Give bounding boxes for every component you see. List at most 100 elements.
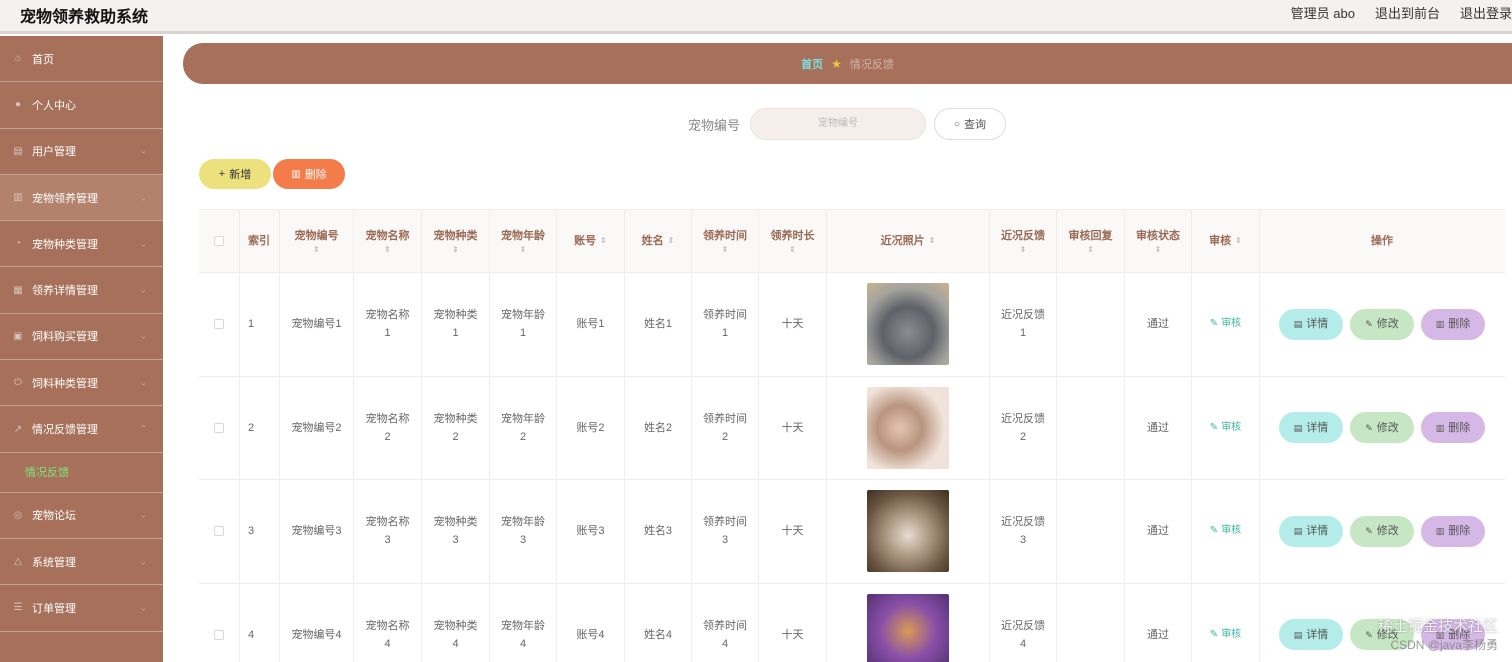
- header-select-all[interactable]: [199, 210, 240, 272]
- back-to-front-link[interactable]: 退出到前台: [1375, 3, 1440, 22]
- detail-button[interactable]: ▤ 详情: [1279, 308, 1343, 340]
- delete-button[interactable]: ▥ 删除: [1421, 515, 1485, 547]
- header-photo[interactable]: 近况照片 ⇕: [827, 210, 990, 272]
- header-label: 账号: [574, 235, 597, 247]
- plus-icon: +: [218, 168, 226, 180]
- header-pet-name[interactable]: 宠物名称 ⇕: [354, 210, 422, 272]
- cell-actions: ▤ 详情 ✎ 修改 ▥ 删除: [1260, 273, 1504, 376]
- sidebar-item-feedback[interactable]: ↗ 情况反馈管理 ⌃: [0, 406, 163, 453]
- sort-icon[interactable]: ⇕: [313, 245, 320, 255]
- header-account[interactable]: 账号 ⇕: [557, 210, 625, 272]
- table-row: 1 宠物编号1 宠物名称 1 宠物种类 1 宠物年龄 1 账号1 姓名1 领养时间 1 …: [199, 273, 1505, 377]
- cell-pet-age: 宠物年龄 4: [490, 583, 557, 662]
- trash-icon: ▥: [1435, 526, 1445, 537]
- cell-actions: ▤ 详情 ✎ 修改 ▥ 删除: [1260, 480, 1504, 583]
- header-adopt-duration[interactable]: 领养时长 ⇕: [759, 210, 827, 272]
- sidebar-item-home[interactable]: ⌂ 首页: [0, 36, 163, 83]
- sidebar-item-adoption[interactable]: ▥ 宠物领养管理 ⌄: [0, 174, 163, 222]
- checkbox[interactable]: [214, 629, 224, 640]
- header-status[interactable]: 审核状态 ⇕: [1125, 210, 1192, 272]
- sort-icon[interactable]: ⇕: [520, 245, 527, 255]
- document-icon: ▤: [1293, 629, 1303, 640]
- chevron-up-icon: ⌃: [139, 423, 147, 434]
- cell-reply: [1057, 583, 1125, 662]
- header-reply[interactable]: 审核回复 ⇕: [1057, 210, 1125, 272]
- sort-icon[interactable]: ⇕: [452, 245, 459, 255]
- add-button[interactable]: + 新增: [199, 159, 271, 189]
- trash-icon: ▥: [291, 168, 301, 180]
- cell-account: 账号4: [557, 583, 625, 662]
- sort-icon[interactable]: ⇕: [1235, 232, 1242, 250]
- header-adopt-time[interactable]: 领养时间 ⇕: [692, 210, 759, 272]
- sort-icon[interactable]: ⇕: [600, 232, 607, 250]
- cell-reply: [1057, 376, 1125, 479]
- pet-photo[interactable]: [867, 283, 949, 366]
- cell-name: 姓名4: [625, 583, 692, 662]
- pet-photo[interactable]: [867, 593, 949, 662]
- checkbox[interactable]: [214, 422, 224, 433]
- sidebar-item-system[interactable]: △ 系统管理 ⌄: [0, 539, 163, 586]
- checkbox[interactable]: [214, 319, 224, 330]
- sidebar-item-feed-types[interactable]: ⏻ 饲料种类管理 ⌄: [0, 360, 163, 407]
- cell-pet-name: 宠物名称 1: [354, 273, 422, 376]
- header-feedback[interactable]: 近况反馈 ⇕: [990, 210, 1057, 272]
- sidebar-item-orders[interactable]: ☰ 订单管理 ⌄: [0, 585, 163, 632]
- sidebar-item-users[interactable]: ▤ 用户管理 ⌄: [0, 129, 163, 175]
- checkbox[interactable]: [214, 236, 224, 246]
- sidebar-item-forum[interactable]: ◎ 宠物论坛 ⌄: [0, 493, 163, 539]
- edit-button[interactable]: ✎ 修改: [1350, 515, 1414, 547]
- row-select[interactable]: [199, 376, 240, 479]
- detail-button[interactable]: ▤ 详情: [1279, 515, 1343, 547]
- row-select[interactable]: [199, 273, 240, 376]
- row-select[interactable]: [199, 480, 240, 583]
- delete-button[interactable]: ▥ 删除: [1421, 412, 1485, 444]
- cell-adopt-time: 领养时间 3: [692, 480, 759, 583]
- detail-button[interactable]: ▤ 详情: [1279, 412, 1343, 444]
- sort-icon[interactable]: ⇕: [722, 245, 729, 255]
- pet-photo[interactable]: [867, 386, 949, 469]
- header-name[interactable]: 姓名 ⇕: [625, 210, 692, 272]
- sidebar-item-profile[interactable]: ● 个人中心: [0, 82, 163, 129]
- row-select[interactable]: [199, 583, 240, 662]
- sort-icon[interactable]: ⇕: [668, 232, 675, 250]
- cell-pet-type: 宠物种类 1: [422, 273, 490, 376]
- sidebar-item-adoption-details[interactable]: ▦ 领养详情管理 ⌄: [0, 267, 163, 314]
- logout-link[interactable]: 退出登录: [1460, 3, 1512, 22]
- audit-link[interactable]: 审核: [1221, 419, 1241, 437]
- sort-icon[interactable]: ⇕: [929, 232, 936, 250]
- sidebar-item-feed-purchase[interactable]: ▣ 饲料购买管理 ⌄: [0, 314, 163, 361]
- edit-button[interactable]: ✎ 修改: [1350, 412, 1414, 444]
- audit-link[interactable]: 审核: [1221, 315, 1241, 333]
- audit-link[interactable]: 审核: [1221, 522, 1241, 540]
- delete-button[interactable]: ▥ 删除: [1421, 308, 1485, 340]
- header-label: 宠物名称: [365, 230, 410, 242]
- sort-icon[interactable]: ⇕: [384, 245, 391, 255]
- edit-icon: ✎: [1365, 422, 1373, 433]
- header-pet-no[interactable]: 宠物编号 ⇕: [280, 210, 354, 272]
- detail-button[interactable]: ▤ 详情: [1279, 619, 1343, 651]
- pet-photo[interactable]: [867, 490, 949, 573]
- header-label: 领养时长: [770, 230, 815, 242]
- sidebar-subitem-feedback[interactable]: 情况反馈: [0, 453, 163, 493]
- header-audit[interactable]: 审核 ⇕: [1192, 210, 1260, 272]
- sort-icon[interactable]: ⇕: [1087, 245, 1094, 255]
- audit-link[interactable]: 审核: [1221, 626, 1241, 644]
- cell-pet-age: 宠物年龄 2: [490, 376, 557, 479]
- checkbox[interactable]: [214, 526, 224, 537]
- sort-icon[interactable]: ⇕: [789, 245, 796, 255]
- search-input[interactable]: 宠物编号: [750, 108, 927, 140]
- cell-duration: 十天: [759, 376, 827, 479]
- sort-icon[interactable]: ⇕: [1155, 245, 1162, 255]
- breadcrumb-home[interactable]: 首页: [801, 56, 823, 72]
- header-pet-age[interactable]: 宠物年龄 ⇕: [490, 210, 557, 272]
- cell-name: 姓名1: [625, 273, 692, 376]
- search-button[interactable]: ○ 查询: [934, 108, 1007, 140]
- edit-button[interactable]: ✎ 修改: [1350, 308, 1414, 340]
- trend-icon: ↗: [13, 423, 23, 435]
- sidebar-item-label: 个人中心: [32, 99, 76, 112]
- batch-delete-button[interactable]: ▥ 删除: [273, 159, 345, 189]
- sidebar-item-pet-types[interactable]: ◔ 宠物种类管理 ⌄: [0, 221, 163, 268]
- header-pet-type[interactable]: 宠物种类 ⇕: [422, 210, 490, 272]
- sidebar-item-label: 情况反馈管理: [32, 424, 98, 437]
- sort-icon[interactable]: ⇕: [1020, 245, 1027, 255]
